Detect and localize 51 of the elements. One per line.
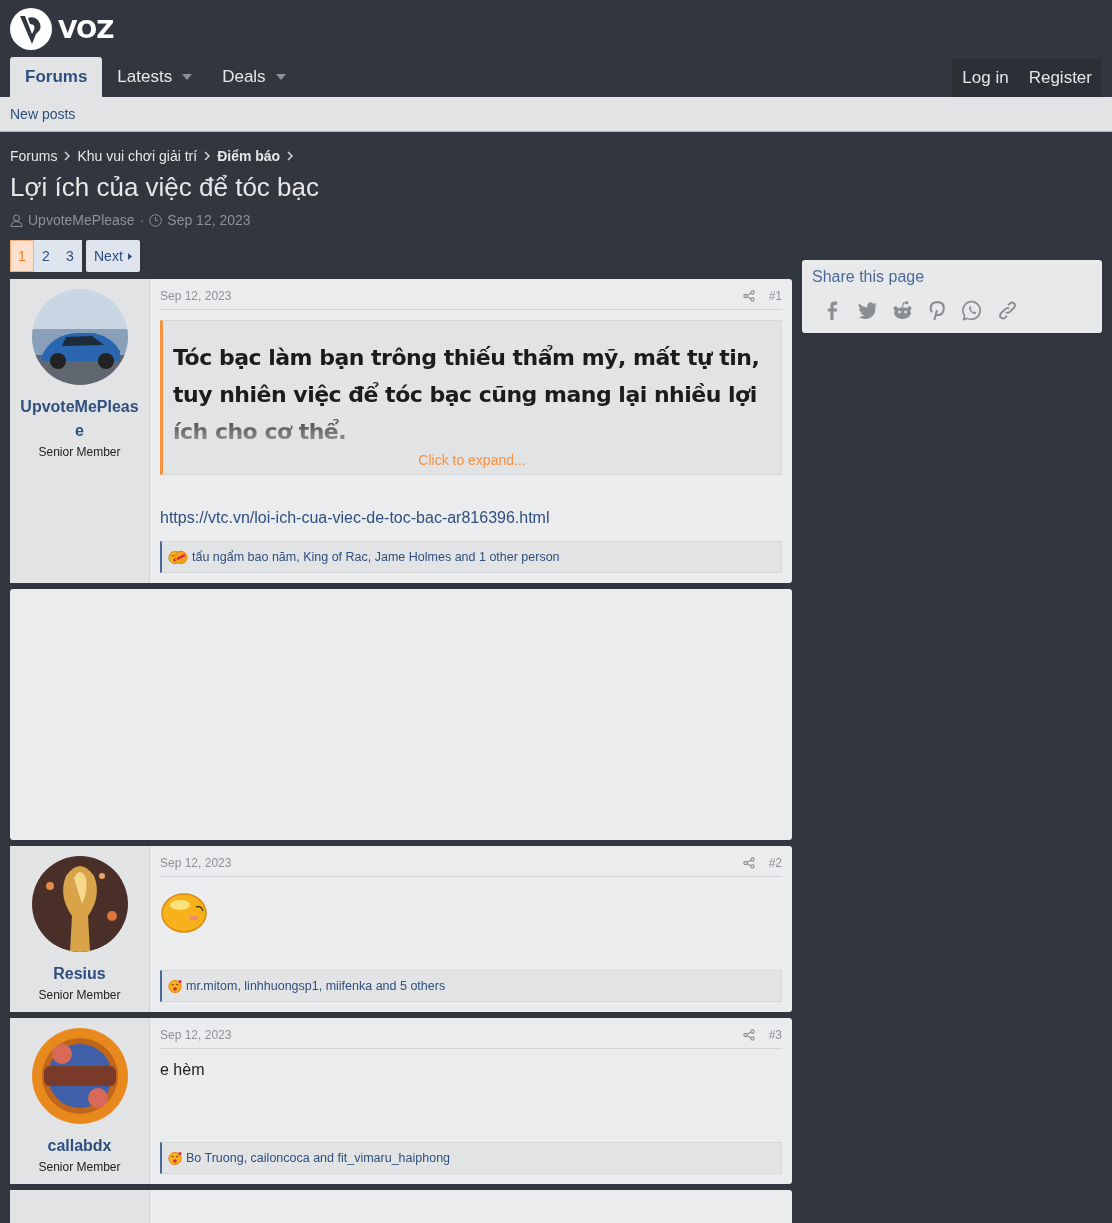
user-icon [10,213,23,227]
breadcrumb-link[interactable]: Điểm báo [217,148,281,164]
chevron-icon [286,151,295,161]
alien-icon[interactable] [892,300,913,321]
logo-text[interactable]: VOZ [58,14,114,44]
thread-date[interactable]: Sep 12, 2023 [167,212,251,228]
chevron-icon [203,151,212,161]
emoji-icon [160,891,208,933]
username-link[interactable]: UpvoteMePlease [19,395,140,443]
account-link[interactable]: Register [1018,59,1102,97]
subnav-link[interactable]: New posts [10,106,76,122]
separator-dot: · [139,212,145,228]
share-icon[interactable] [742,290,755,302]
user-role: Senior Member [38,445,121,461]
caret-icon [127,252,132,260]
logo-icon[interactable] [10,8,52,50]
bird-icon[interactable] [857,300,878,321]
nav-tab[interactable]: Latests [102,57,208,97]
thread-author[interactable]: UpvoteMePlease [28,212,135,228]
nav-tab[interactable]: Deals [207,57,301,97]
user-role: Senior Member [38,988,121,1004]
phone-bubble-icon[interactable] [962,300,983,321]
quote-text: Tóc bạc làm bạn trông thiếu thẩm mỹ, mất tự tin, tuy nhiên việc để tóc bạc cũng mang lại nhiều lợi ích cho cơ thể. [173,344,761,446]
username-link[interactable]: Resius [19,962,140,986]
reactions-text[interactable]: mr.mitom, linhhuongsp1, miifenka and 5 others [186,979,446,993]
nav-tab[interactable]: Forums [10,57,103,97]
caret-icon[interactable] [182,74,193,80]
pinterest-icon[interactable] [927,300,948,321]
article-link[interactable]: https://vtc.vn/loi-ich-cua-viec-de-toc-bac-ar816396.html [160,509,782,527]
link-icon[interactable] [997,300,1018,321]
page-button[interactable]: 3 [58,240,82,272]
account-link[interactable]: Log in [952,59,1019,97]
emoji-icon [168,978,182,994]
caret-icon[interactable] [275,74,286,80]
chevron-icon [63,151,72,161]
breadcrumb-link[interactable]: Khu vui chơi giải trí [77,148,198,164]
next-button[interactable]: Next [86,240,140,272]
thread-title: Lợi ích của việc để tóc bạc [10,172,320,203]
emoji-icon [168,1150,182,1166]
share-title: Share this page [812,268,926,286]
username-link[interactable]: callabdx [19,1134,140,1158]
page-button[interactable]: 2 [34,240,58,272]
post-text: e hèm [160,1061,206,1080]
clock-icon [149,213,163,227]
reactions-text[interactable]: Bo Truong, cailoncoca and fit_vimaru_haiphong [186,1151,451,1165]
emoji-icon [174,549,188,565]
share-icon[interactable] [742,857,755,869]
reactions-text[interactable]: tẩu ngẩm bao năm, King of Rac, Jame Holmes and 1 other person [192,550,560,564]
share-icon[interactable] [742,1029,755,1041]
user-role: Senior Member [38,1160,121,1176]
breadcrumb-link[interactable]: Forums [10,148,58,164]
